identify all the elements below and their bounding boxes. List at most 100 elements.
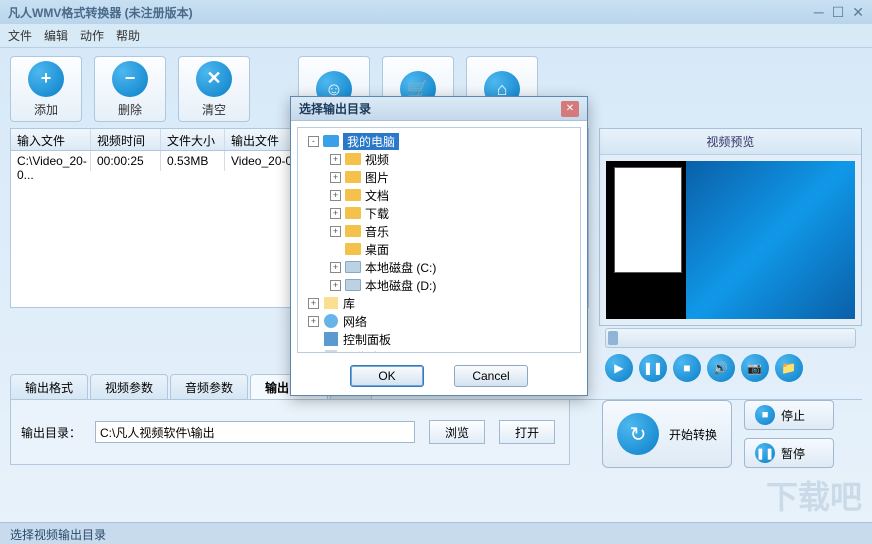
folder-tree[interactable]: -我的电脑 + 视频 + 图片 + 文档 + 下载 + 音乐桌面 + 本地磁盘 (C:) + 本地磁盘 (D…	[297, 127, 581, 353]
start-convert-button[interactable]: ↻ 开始转换	[602, 400, 732, 468]
tree-node-label: 本地磁盘 (D:)	[365, 277, 436, 294]
minimize-icon[interactable]: ─	[814, 4, 824, 21]
expander-icon[interactable]: +	[308, 316, 319, 327]
menu-edit[interactable]: 编辑	[44, 27, 68, 44]
expander-icon[interactable]: +	[330, 190, 341, 201]
snapshot-button[interactable]: 📷	[741, 354, 769, 382]
x-icon: ✕	[196, 61, 232, 97]
delete-button[interactable]: − 删除	[94, 56, 166, 122]
expander-icon[interactable]: -	[308, 136, 319, 147]
expander-icon[interactable]: +	[330, 172, 341, 183]
volume-button[interactable]: 🔊	[707, 354, 735, 382]
cell-duration: 00:00:25	[91, 151, 161, 171]
open-folder-button[interactable]: 📁	[775, 354, 803, 382]
add-label: 添加	[34, 101, 58, 118]
seek-slider[interactable]	[605, 328, 856, 348]
ctrl-icon	[323, 332, 339, 346]
preview-panel: 视频预览	[599, 128, 862, 326]
preview-screen[interactable]	[606, 161, 855, 319]
folder-dialog: 选择输出目录 ✕ -我的电脑 + 视频 + 图片 + 文档 + 下载 + 音乐桌面 + 本地磁盘 (C:…	[290, 96, 588, 396]
tree-node[interactable]: + 图片	[300, 168, 578, 186]
expander-icon[interactable]: +	[330, 208, 341, 219]
expander-icon[interactable]: +	[330, 226, 341, 237]
tree-node[interactable]: + 音乐	[300, 222, 578, 240]
tree-node-label: 视频	[365, 151, 389, 168]
folder-icon	[345, 242, 361, 256]
monitor-icon	[323, 134, 339, 148]
tree-node[interactable]: -我的电脑	[300, 132, 578, 150]
stop-convert-button[interactable]: ■ 停止	[744, 400, 834, 430]
folder-icon	[345, 188, 361, 202]
tab-audio-params[interactable]: 音频参数	[170, 374, 248, 399]
expander-icon[interactable]: +	[330, 280, 341, 291]
play-button[interactable]: ▶	[605, 354, 633, 382]
folder-icon	[345, 152, 361, 166]
folder-icon	[345, 224, 361, 238]
maximize-icon[interactable]: ☐	[832, 4, 845, 21]
tree-node-label: 文档	[365, 187, 389, 204]
cell-input: C:\Video_20-0...	[11, 151, 91, 171]
dialog-titlebar[interactable]: 选择输出目录 ✕	[291, 97, 587, 121]
tree-node-label: 图片	[365, 169, 389, 186]
dialog-cancel-button[interactable]: Cancel	[454, 365, 528, 387]
clear-button[interactable]: ✕ 清空	[178, 56, 250, 122]
disk-icon	[345, 260, 361, 274]
tree-node[interactable]: + 视频	[300, 150, 578, 168]
lib-icon	[323, 296, 339, 310]
tree-node-label: 回收站	[343, 349, 379, 354]
th-input[interactable]: 输入文件	[11, 129, 91, 150]
output-dir-label: 输出目录：	[21, 424, 81, 441]
dialog-close-button[interactable]: ✕	[561, 101, 579, 117]
expander-icon[interactable]: +	[308, 298, 319, 309]
th-duration[interactable]: 视频时间	[91, 129, 161, 150]
stop-icon: ■	[755, 405, 775, 425]
minus-icon: −	[112, 61, 148, 97]
close-icon[interactable]: ✕	[852, 4, 864, 21]
tree-node[interactable]: + 本地磁盘 (D:)	[300, 276, 578, 294]
disk-icon	[345, 278, 361, 292]
tree-node[interactable]: + 网络	[300, 312, 578, 330]
open-button[interactable]: 打开	[499, 420, 555, 444]
window-controls: ─ ☐ ✕	[814, 4, 864, 21]
expander-icon[interactable]: +	[330, 262, 341, 273]
tree-node[interactable]: 控制面板	[300, 330, 578, 348]
preview-controls: ▶ ❚❚ ■ 🔊 📷 📁	[599, 350, 862, 386]
titlebar: 凡人WMV格式转换器 (未注册版本) ─ ☐ ✕	[0, 0, 872, 24]
add-button[interactable]: + 添加	[10, 56, 82, 122]
menubar: 文件 编辑 动作 帮助	[0, 24, 872, 48]
pause-convert-button[interactable]: ❚❚ 暂停	[744, 438, 834, 468]
tree-node[interactable]: + 下载	[300, 204, 578, 222]
tree-node[interactable]: 回收站	[300, 348, 578, 353]
browse-button[interactable]: 浏览	[429, 420, 485, 444]
folder-icon	[345, 206, 361, 220]
tree-node-label: 下载	[365, 205, 389, 222]
cell-size: 0.53MB	[161, 151, 225, 171]
th-size[interactable]: 文件大小	[161, 129, 225, 150]
preview-title: 视频预览	[600, 129, 861, 155]
tab-video-params[interactable]: 视频参数	[90, 374, 168, 399]
tree-node-label: 库	[343, 295, 355, 312]
expander-icon[interactable]: +	[330, 154, 341, 165]
menu-file[interactable]: 文件	[8, 27, 32, 44]
stop-button[interactable]: ■	[673, 354, 701, 382]
pause-button[interactable]: ❚❚	[639, 354, 667, 382]
delete-label: 删除	[118, 101, 142, 118]
tree-node[interactable]: + 文档	[300, 186, 578, 204]
tree-node[interactable]: + 本地磁盘 (C:)	[300, 258, 578, 276]
menu-action[interactable]: 动作	[80, 27, 104, 44]
status-bar: 选择视频输出目录	[0, 522, 872, 544]
tree-node-label: 本地磁盘 (C:)	[365, 259, 436, 276]
dialog-title: 选择输出目录	[299, 100, 371, 117]
menu-help[interactable]: 帮助	[116, 27, 140, 44]
tree-node-label: 桌面	[365, 241, 389, 258]
tab-output-format[interactable]: 输出格式	[10, 374, 88, 399]
app-title: 凡人WMV格式转换器 (未注册版本)	[8, 4, 193, 21]
tree-node[interactable]: +库	[300, 294, 578, 312]
tree-node-label: 网络	[343, 313, 367, 330]
output-dir-input[interactable]	[95, 421, 415, 443]
tree-node-label: 音乐	[365, 223, 389, 240]
dialog-ok-button[interactable]: OK	[350, 365, 424, 387]
output-dir-panel: 输出目录： 浏览 打开	[10, 400, 570, 465]
net-icon	[323, 314, 339, 328]
tree-node[interactable]: 桌面	[300, 240, 578, 258]
